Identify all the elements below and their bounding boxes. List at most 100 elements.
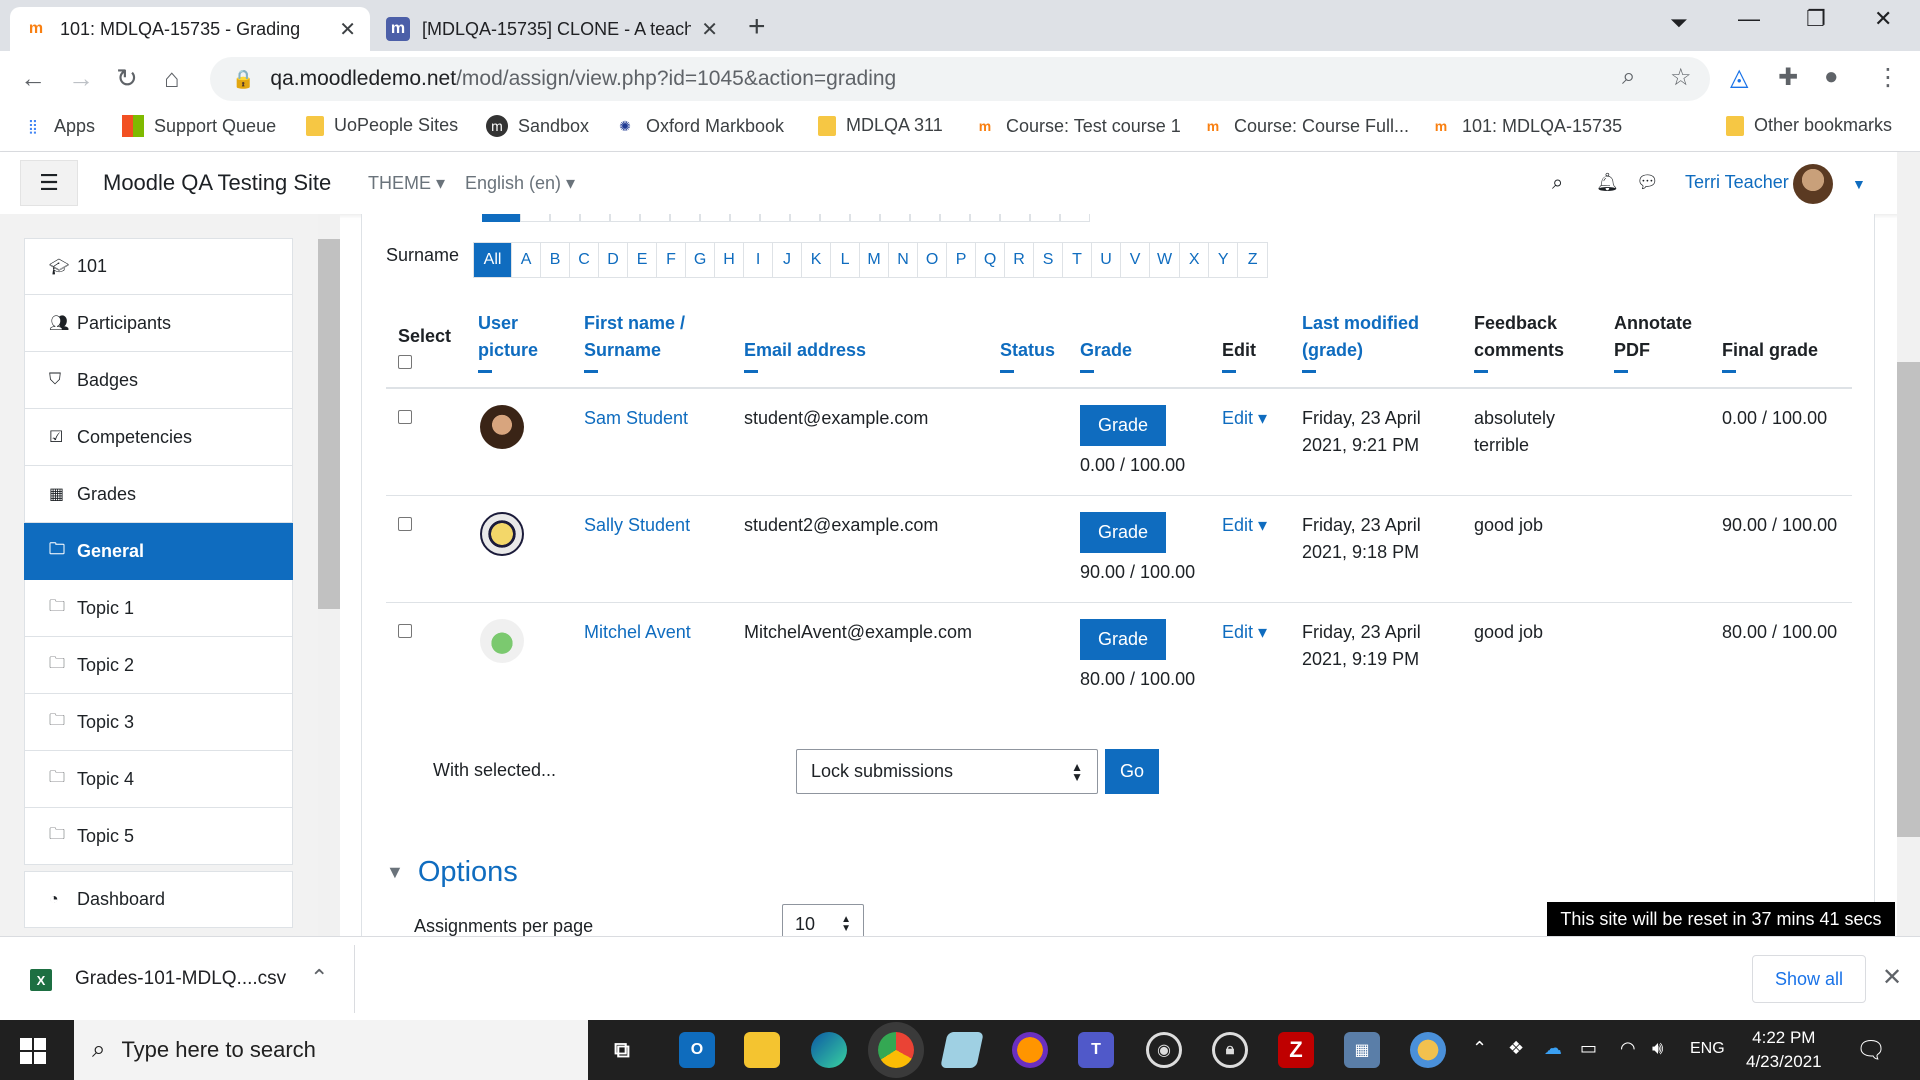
close-tab-icon[interactable]: ✕ — [339, 17, 356, 42]
letter-filter-a[interactable]: A — [512, 243, 542, 277]
collapse-column-icon[interactable] — [1080, 370, 1094, 373]
initial-tab[interactable] — [820, 214, 850, 222]
letter-filter-y[interactable]: Y — [1209, 243, 1239, 277]
dropbox-icon[interactable]: ❖ — [1508, 1038, 1524, 1059]
grade-button[interactable]: Grade — [1080, 405, 1167, 446]
chrome-icon[interactable] — [878, 1032, 914, 1068]
header-user-picture[interactable]: User picture — [466, 296, 572, 389]
initial-tab[interactable] — [640, 214, 670, 222]
tab-tracker[interactable]: m [MDLQA-15735] CLONE - A teach ✕ — [372, 7, 732, 51]
initial-tab[interactable] — [730, 214, 760, 222]
user-name[interactable]: Terri Teacher — [1685, 172, 1789, 193]
onedrive-icon[interactable]: ☁ — [1544, 1038, 1562, 1059]
clock[interactable]: 4:22 PM 4/23/2021 — [1746, 1026, 1822, 1074]
messages-icon[interactable]: 💬︎ — [1636, 172, 1659, 193]
letter-filter-o[interactable]: O — [918, 243, 948, 277]
header-last-modified[interactable]: Last modified (grade) — [1290, 296, 1462, 389]
options-section-toggle[interactable]: ▼ Options — [386, 856, 518, 889]
site-name[interactable]: Moodle QA Testing Site — [103, 170, 331, 196]
letter-filter-r[interactable]: R — [1005, 243, 1035, 277]
home-icon[interactable]: ⌂ — [164, 63, 180, 94]
wifi-icon[interactable]: ◠ — [1620, 1038, 1636, 1059]
letter-filter-p[interactable]: P — [947, 243, 977, 277]
initial-tab[interactable] — [700, 214, 730, 222]
initial-tab[interactable] — [1000, 214, 1030, 222]
bookmark-support-queue[interactable]: Support Queue — [122, 115, 276, 137]
bookmark-uopeople-sites[interactable]: UoPeople Sites — [306, 115, 458, 136]
go-button[interactable]: Go — [1105, 749, 1159, 794]
drawer-item-dashboard[interactable]: ◔ Dashboard — [24, 871, 293, 928]
letter-filter-l[interactable]: L — [831, 243, 861, 277]
chevron-up-icon[interactable]: ⌃ — [1472, 1038, 1487, 1059]
collapse-column-icon[interactable] — [1302, 370, 1316, 373]
collapse-column-icon[interactable] — [1722, 370, 1736, 373]
letter-filter-s[interactable]: S — [1034, 243, 1064, 277]
drawer-item-badges[interactable]: ⛉ Badges — [24, 352, 293, 409]
collapse-column-icon[interactable] — [1222, 370, 1236, 373]
initial-tab[interactable] — [880, 214, 910, 222]
language-indicator[interactable]: ENG — [1690, 1040, 1725, 1058]
bookmark-course-full[interactable]: m Course: Course Full... — [1202, 115, 1409, 137]
scrollbar-thumb[interactable] — [318, 239, 340, 609]
header-grade[interactable]: Grade — [1068, 296, 1210, 389]
chevron-down-icon[interactable]: ▼ — [1852, 176, 1866, 192]
edge-icon[interactable] — [811, 1032, 847, 1068]
restore-icon[interactable]: ❐ — [1806, 6, 1826, 32]
filezilla-icon[interactable]: Z — [1278, 1032, 1314, 1068]
letter-filter-c[interactable]: C — [570, 243, 600, 277]
drawer-scrollbar[interactable] — [318, 214, 340, 936]
collapse-column-icon[interactable] — [584, 370, 598, 373]
student-name-link[interactable]: Sam Student — [584, 408, 688, 428]
initial-tab[interactable] — [850, 214, 880, 222]
initial-tab[interactable] — [610, 214, 640, 222]
chevron-up-icon[interactable]: ⌃ — [310, 965, 328, 991]
letter-filter-h[interactable]: H — [715, 243, 745, 277]
drawer-item-participants[interactable]: 👥︎ Participants — [24, 295, 293, 352]
per-page-select[interactable]: 10 ▲ ▼ — [782, 904, 864, 936]
theme-menu[interactable]: THEME — [368, 173, 445, 194]
firefox-icon[interactable] — [1012, 1032, 1048, 1068]
header-name[interactable]: First name / Surname — [572, 296, 732, 389]
collapse-column-icon[interactable] — [1474, 370, 1488, 373]
avatar[interactable] — [480, 619, 524, 663]
initial-tab[interactable] — [790, 214, 820, 222]
edit-menu-link[interactable]: Edit — [1222, 622, 1267, 642]
avatar[interactable] — [480, 405, 524, 449]
letter-filter-j[interactable]: J — [773, 243, 803, 277]
drawer-item-competencies[interactable]: ☑ Competencies — [24, 409, 293, 466]
bookmark-course-test[interactable]: m Course: Test course 1 — [974, 115, 1181, 137]
letter-filter-v[interactable]: V — [1121, 243, 1151, 277]
row-checkbox[interactable] — [398, 517, 412, 531]
grade-button[interactable]: Grade — [1080, 512, 1167, 553]
edit-menu-link[interactable]: Edit — [1222, 515, 1267, 535]
bookmark-sandbox[interactable]: m Sandbox — [486, 115, 589, 137]
letter-filter-u[interactable]: U — [1092, 243, 1122, 277]
row-checkbox[interactable] — [398, 410, 412, 424]
obs-icon[interactable]: ◉ — [1146, 1032, 1182, 1068]
letter-filter-k[interactable]: K — [802, 243, 832, 277]
letter-filter-g[interactable]: G — [686, 243, 716, 277]
initial-tab[interactable] — [1060, 214, 1090, 222]
letter-filter-f[interactable]: F — [657, 243, 687, 277]
collapse-column-icon[interactable] — [744, 370, 758, 373]
student-name-link[interactable]: Mitchel Avent — [584, 622, 691, 642]
initial-tab[interactable] — [580, 214, 610, 222]
minimize-icon[interactable]: — — [1738, 6, 1760, 32]
zoom-icon[interactable]: ⌕ — [1622, 63, 1635, 91]
windows-start-icon[interactable] — [20, 1038, 46, 1064]
bulk-action-select[interactable]: Lock submissions ▲ ▼ — [796, 749, 1098, 794]
letter-filter-q[interactable]: Q — [976, 243, 1006, 277]
bookmark-oxford-markbook[interactable]: ✺ Oxford Markbook — [614, 115, 784, 137]
letter-filter-t[interactable]: T — [1063, 243, 1093, 277]
header-email[interactable]: Email address — [732, 296, 988, 389]
letter-filter-n[interactable]: N — [889, 243, 919, 277]
drawer-item-grades[interactable]: ▦ Grades — [24, 466, 293, 523]
initial-tab[interactable] — [670, 214, 700, 222]
language-menu[interactable]: English (en) — [465, 173, 575, 194]
drawer-item-topic-4[interactable]: 🗀 Topic 4 — [24, 751, 293, 808]
bookmark-mdlqa-311[interactable]: MDLQA 311 — [818, 115, 943, 136]
header-label[interactable]: Email address — [744, 340, 866, 360]
search-icon[interactable]: ⌕ — [1552, 172, 1563, 195]
grade-button[interactable]: Grade — [1080, 619, 1167, 660]
reload-icon[interactable]: ↻ — [116, 63, 138, 94]
